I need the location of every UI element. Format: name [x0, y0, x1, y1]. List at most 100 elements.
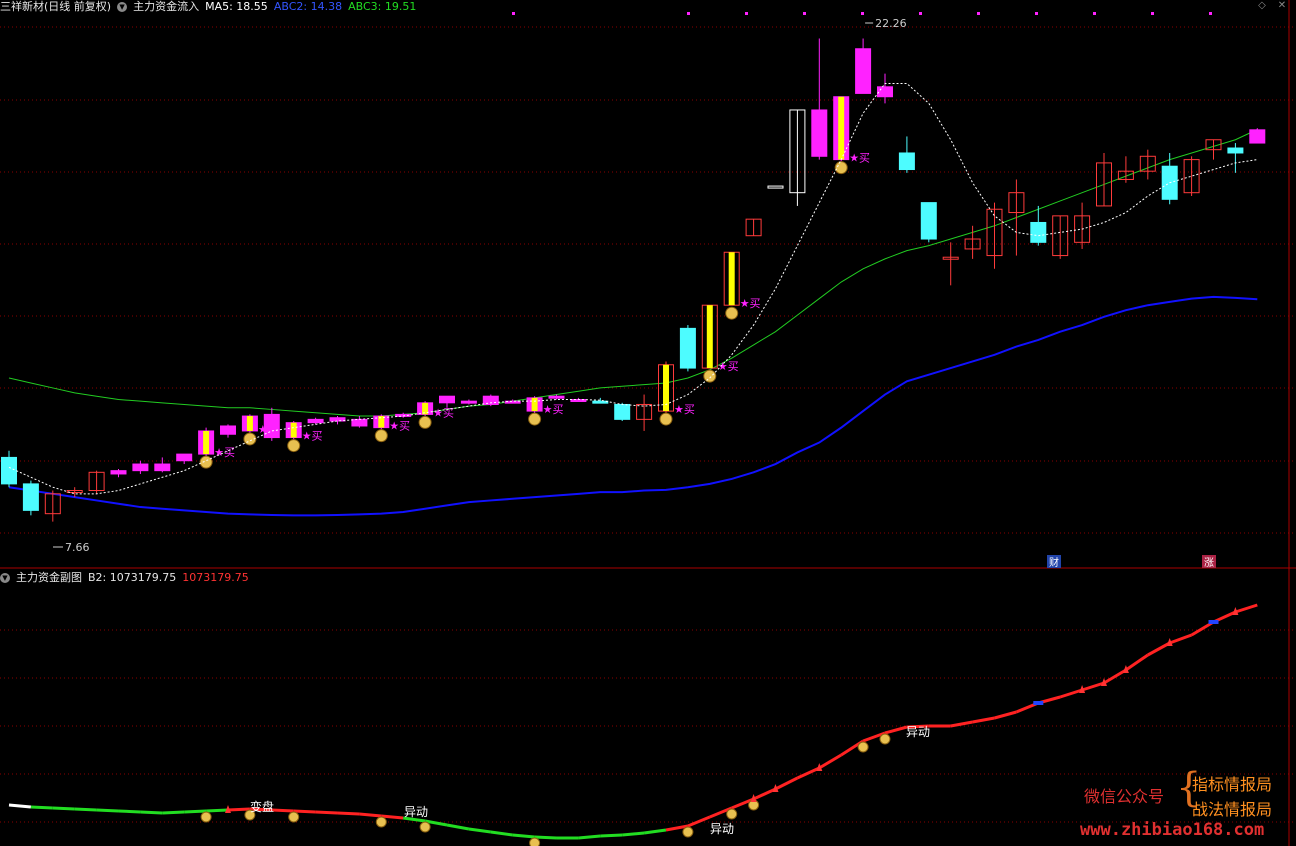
watermark-line2: 战法情报局: [1192, 800, 1273, 819]
b2-curve-segment: [534, 835, 557, 840]
candle-body[interactable]: [548, 395, 565, 399]
signal-bar: [531, 397, 538, 412]
candle-body[interactable]: [877, 86, 893, 98]
b2-curve-segment: [1147, 641, 1171, 657]
b2-curve-segment: [162, 810, 185, 815]
candle-body[interactable]: [351, 418, 368, 427]
b2-curve-segment: [1169, 633, 1193, 645]
low-price-label: 7.66: [65, 541, 90, 554]
b2-curve-segment: [227, 807, 250, 812]
b2-curve-segment: [359, 812, 382, 818]
candle-body[interactable]: [920, 202, 937, 240]
b2-curve-segment: [293, 809, 316, 814]
candle-body[interactable]: [132, 463, 149, 472]
candle-body[interactable]: [855, 48, 872, 94]
b2-curve-segment: [337, 811, 360, 816]
b2-curve-segment: [52, 806, 75, 811]
signal-bar: [290, 422, 297, 438]
buy-label: ★买: [674, 403, 695, 416]
money-bag-icon: [726, 808, 738, 820]
top-marker: [919, 12, 922, 15]
b2-curve-segment: [184, 809, 207, 814]
candle-body[interactable]: [329, 417, 346, 422]
candle-body[interactable]: [307, 418, 324, 424]
money-bag-icon: [528, 412, 542, 426]
b2-curve-segment: [118, 809, 141, 814]
candle-body[interactable]: [460, 400, 477, 404]
b2-curve-segment: [818, 753, 842, 770]
top-marker: [977, 12, 980, 15]
buy-label: ★买: [849, 152, 870, 165]
b2-curve-segment: [490, 830, 513, 837]
candle-body[interactable]: [592, 400, 609, 404]
b2-curve-segment: [140, 810, 163, 815]
kline-chart[interactable]: ★买★买★买★买★买★买★买★买★买★买22.267.66财涨变盘异动异动异动: [0, 0, 1296, 846]
ma5-line: [8, 82, 1258, 495]
watermark-wechat: 微信公众号: [1084, 787, 1165, 806]
money-bag-icon: [200, 811, 212, 823]
top-marker: [1093, 12, 1096, 15]
candle-body[interactable]: [679, 327, 696, 369]
top-marker: [1209, 12, 1212, 15]
candle-body[interactable]: [1249, 129, 1266, 144]
money-bag-icon: [682, 826, 694, 838]
b2-curve-segment: [1103, 668, 1127, 685]
buy-label: ★买: [543, 403, 564, 416]
b2-curve-segment: [622, 831, 645, 837]
b2-curve-segment: [994, 710, 1017, 720]
b2-curve-segment: [96, 808, 119, 813]
candle-body[interactable]: [811, 109, 828, 157]
signal-bar: [706, 305, 713, 369]
money-bag-icon: [725, 306, 739, 320]
b2-curve-segment: [884, 725, 908, 735]
b2-curve-segment: [774, 776, 799, 791]
candle-body[interactable]: [220, 425, 236, 435]
b2-curve-segment: [796, 766, 820, 780]
money-bag-icon: [857, 741, 869, 753]
top-marker: [512, 12, 515, 15]
b2-curve-segment: [30, 805, 53, 810]
watermark-url: www.zhibiao168.com: [1080, 820, 1265, 840]
money-bag-icon: [529, 837, 541, 846]
b2-curve-segment: [752, 787, 777, 801]
b2-curve-segment: [512, 833, 535, 839]
top-marker: [687, 12, 690, 15]
buy-label: ★买: [214, 446, 235, 459]
b2-curve-segment: [271, 808, 294, 813]
blue-mark: [1033, 701, 1044, 705]
candle-body[interactable]: [176, 453, 193, 462]
b2-curve-segment: [600, 833, 623, 838]
rise-badge-text: 涨: [1204, 557, 1214, 569]
b2-curve-segment: [950, 720, 973, 728]
top-marker: [745, 12, 748, 15]
money-bag-icon: [703, 369, 717, 383]
b2-curve-segment: [446, 823, 470, 831]
candle-body[interactable]: [22, 483, 39, 511]
buy-label: ★买: [302, 430, 323, 443]
high-price-label: 22.26: [875, 17, 907, 30]
candle-body[interactable]: [439, 395, 455, 404]
buy-label: ★买: [740, 297, 761, 310]
top-marker: [861, 12, 864, 15]
b2-curve-segment: [74, 807, 97, 812]
buy-label: ★买: [389, 420, 410, 433]
candle-body[interactable]: [154, 463, 171, 472]
candle-body[interactable]: [898, 152, 915, 171]
signal-bar: [838, 96, 845, 160]
top-marker: [1151, 12, 1154, 15]
money-bag-icon: [418, 415, 432, 429]
candle-body[interactable]: [110, 470, 127, 475]
signal-bar: [728, 252, 735, 306]
money-bag-icon: [659, 412, 673, 426]
candle-body[interactable]: [1, 456, 17, 485]
candle-body[interactable]: [1030, 221, 1047, 243]
candle-body[interactable]: [1227, 147, 1244, 154]
signal-bar: [203, 430, 210, 455]
blue-mark: [1208, 620, 1219, 624]
signal-bar: [246, 416, 253, 431]
candle-body[interactable]: [614, 403, 631, 420]
money-bag-icon: [834, 161, 848, 175]
candle-body[interactable]: [263, 413, 280, 439]
candle-body[interactable]: [767, 185, 784, 189]
b2-curve-segment: [972, 716, 995, 724]
